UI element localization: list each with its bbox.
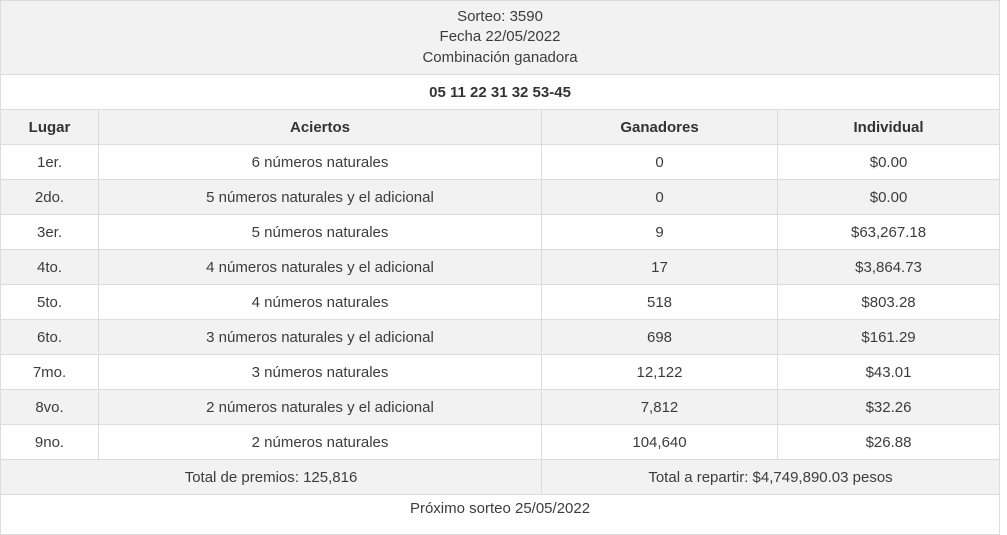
- winning-combination: 05 11 22 31 32 53-45: [0, 74, 1001, 110]
- cell-ganadores: 12,122: [541, 354, 778, 390]
- cell-individual: $0.00: [776, 179, 1001, 215]
- total-to-distribute: Total a repartir: $4,749,890.03 pesos: [540, 459, 1001, 495]
- column-header-row: Lugar Aciertos Ganadores Individual: [0, 109, 1001, 145]
- column-header-lugar: Lugar: [0, 109, 99, 145]
- cell-aciertos: 5 números naturales y el adicional: [98, 179, 542, 215]
- cell-lugar: 4to.: [0, 249, 99, 285]
- cell-aciertos: 6 números naturales: [98, 144, 542, 180]
- cell-lugar: 3er.: [0, 214, 99, 250]
- next-draw: Próximo sorteo 25/05/2022: [0, 494, 1001, 535]
- table-row: 8vo. 2 números naturales y el adicional …: [0, 389, 1001, 425]
- cell-individual: $3,864.73: [776, 249, 1001, 285]
- column-header-individual: Individual: [776, 109, 1001, 145]
- cell-aciertos: 3 números naturales: [98, 354, 542, 390]
- cell-individual: $0.00: [776, 144, 1001, 180]
- cell-individual: $32.26: [776, 389, 1001, 425]
- cell-lugar: 8vo.: [0, 389, 99, 425]
- table-row: 3er. 5 números naturales 9 $63,267.18: [0, 214, 1001, 250]
- total-prizes: Total de premios: 125,816: [0, 459, 542, 495]
- table-row: 2do. 5 números naturales y el adicional …: [0, 179, 1001, 215]
- cell-ganadores: 7,812: [541, 389, 778, 425]
- table-row: 5to. 4 números naturales 518 $803.28: [0, 284, 1001, 320]
- draw-date: Fecha 22/05/2022: [439, 28, 561, 46]
- cell-lugar: 1er.: [0, 144, 99, 180]
- cell-ganadores: 518: [541, 284, 778, 320]
- table-row: 9no. 2 números naturales 104,640 $26.88: [0, 424, 1001, 460]
- cell-ganadores: 9: [541, 214, 778, 250]
- table-row: 1er. 6 números naturales 0 $0.00: [0, 144, 1001, 180]
- column-header-ganadores: Ganadores: [541, 109, 778, 145]
- results-table: Sorteo: 3590 Fecha 22/05/2022 Combinació…: [0, 0, 1001, 535]
- cell-ganadores: 104,640: [541, 424, 778, 460]
- combination-row: 05 11 22 31 32 53-45: [0, 74, 1001, 110]
- cell-aciertos: 4 números naturales: [98, 284, 542, 320]
- table-row: 6to. 3 números naturales y el adicional …: [0, 319, 1001, 355]
- cell-aciertos: 2 números naturales y el adicional: [98, 389, 542, 425]
- draw-number: Sorteo: 3590: [457, 7, 543, 25]
- cell-lugar: 9no.: [0, 424, 99, 460]
- cell-lugar: 7mo.: [0, 354, 99, 390]
- cell-lugar: 5to.: [0, 284, 99, 320]
- cell-individual: $26.88: [776, 424, 1001, 460]
- cell-individual: $43.01: [776, 354, 1001, 390]
- cell-individual: $63,267.18: [776, 214, 1001, 250]
- cell-ganadores: 698: [541, 319, 778, 355]
- cell-lugar: 2do.: [0, 179, 99, 215]
- cell-individual: $161.29: [776, 319, 1001, 355]
- cell-aciertos: 4 números naturales y el adicional: [98, 249, 542, 285]
- table-row: 7mo. 3 números naturales 12,122 $43.01: [0, 354, 1001, 390]
- cell-aciertos: 3 números naturales y el adicional: [98, 319, 542, 355]
- table-row: 4to. 4 números naturales y el adicional …: [0, 249, 1001, 285]
- cell-aciertos: 5 números naturales: [98, 214, 542, 250]
- cell-ganadores: 17: [541, 249, 778, 285]
- cell-ganadores: 0: [541, 144, 778, 180]
- draw-info-cell: Sorteo: 3590 Fecha 22/05/2022 Combinació…: [0, 0, 1001, 75]
- column-header-aciertos: Aciertos: [98, 109, 542, 145]
- winning-combination-label: Combinación ganadora: [422, 48, 578, 66]
- draw-info-row: Sorteo: 3590 Fecha 22/05/2022 Combinació…: [0, 0, 1001, 75]
- cell-lugar: 6to.: [0, 319, 99, 355]
- cell-ganadores: 0: [541, 179, 778, 215]
- cell-individual: $803.28: [776, 284, 1001, 320]
- cell-aciertos: 2 números naturales: [98, 424, 542, 460]
- totals-row: Total de premios: 125,816 Total a repart…: [0, 459, 1001, 495]
- next-draw-row: Próximo sorteo 25/05/2022: [0, 494, 1001, 535]
